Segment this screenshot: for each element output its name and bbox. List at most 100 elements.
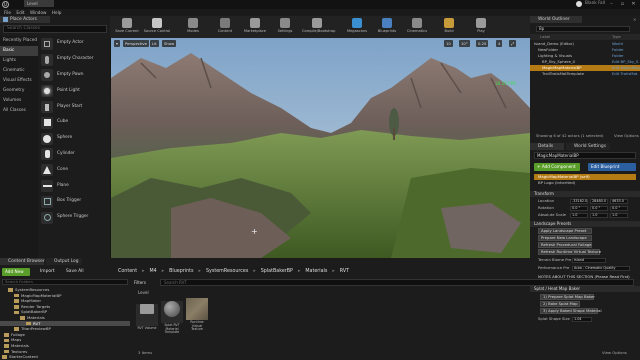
edit-blueprint-button[interactable]: Edit Blueprint: [588, 163, 636, 171]
place-actors-tab[interactable]: Place Actors: [0, 16, 50, 23]
apply-baked-shape-button[interactable]: 3) Apply Baked Shape Material: [540, 308, 602, 314]
breadcrumb-segment[interactable]: RVT: [340, 269, 349, 274]
toolbar-modes-button[interactable]: Modes: [178, 17, 208, 37]
location-field-z[interactable]: 4633.0: [610, 199, 628, 204]
category-recently-placed[interactable]: Recently Placed: [0, 36, 38, 46]
performance-select[interactable]: Auto - Cinematic Quality: [572, 266, 630, 271]
bake-splat-button[interactable]: 2) Bake Splat Map: [540, 301, 580, 307]
actor-item[interactable]: Player Start: [39, 99, 110, 115]
actor-item[interactable]: Cube: [39, 115, 110, 131]
breadcrumb-segment[interactable]: Content: [118, 269, 137, 274]
actor-item[interactable]: Sphere: [39, 131, 110, 147]
details-name-field[interactable]: MagicMapMaterialBP: [534, 152, 636, 159]
output-log-tab[interactable]: Output Log: [46, 258, 82, 265]
outliner-row-type[interactable]: Edit BP_Sky_S: [612, 59, 638, 65]
refresh-rvt-button[interactable]: Refresh Runtime Virtual Texture: [538, 249, 601, 255]
toolbar-save-button[interactable]: Save Current: [112, 17, 142, 37]
outliner-row-type[interactable]: Folder: [612, 53, 624, 59]
apply-landscape-preset-button[interactable]: Apply Landscape Preset: [538, 228, 592, 234]
category-cinematic[interactable]: Cinematic: [0, 66, 38, 76]
toolbar-play-button[interactable]: Play: [466, 17, 496, 37]
world-settings-tab[interactable]: World Settings: [566, 143, 610, 150]
terrain-biome-select[interactable]: Island: [572, 258, 606, 263]
folder-search-input[interactable]: Search Folders: [2, 279, 128, 285]
category-visual-effects[interactable]: Visual Effects: [0, 76, 38, 86]
outliner-search-input[interactable]: Bp: [536, 26, 630, 32]
prepare-new-landscape-button[interactable]: Prepare New Landscape: [538, 235, 592, 241]
scale-field-x[interactable]: 1.0: [570, 213, 588, 218]
prepare-splat-button[interactable]: 1) Prepare Splat Map Baker: [540, 294, 595, 300]
level-doc-tab[interactable]: Level: [24, 0, 54, 7]
menu-edit[interactable]: Edit: [16, 9, 24, 16]
details-tab[interactable]: Details: [530, 143, 564, 150]
outliner-col-label[interactable]: Label: [540, 34, 550, 40]
category-lights[interactable]: Lights: [0, 56, 38, 66]
maximize-button[interactable]: ▫: [617, 0, 628, 9]
asset-tile[interactable]: Runtime Virtual Texture: [186, 298, 208, 332]
outliner-row[interactable]: TrailTrailsMatTemplate Edit TrailsMat: [530, 71, 640, 77]
category-geometry[interactable]: Geometry: [0, 86, 38, 96]
toolbar-build-button[interactable]: Build: [434, 17, 464, 37]
breadcrumb-segment[interactable]: SplatBakerBP: [261, 269, 293, 274]
category-volumes[interactable]: Volumes: [0, 96, 38, 106]
content-browser-tab[interactable]: Content Browser: [0, 258, 45, 265]
outliner-row-type[interactable]: Folder: [612, 47, 624, 53]
import-button[interactable]: Import: [40, 268, 55, 276]
grid-snap-button[interactable]: 10: [444, 40, 453, 47]
minimize-button[interactable]: –: [606, 0, 617, 9]
breadcrumb-segment[interactable]: SystemResources: [206, 269, 248, 274]
rotation-field-x[interactable]: 0.0 °: [570, 206, 588, 211]
actor-item[interactable]: Cone: [39, 162, 110, 178]
actor-item[interactable]: Sphere Trigger: [39, 210, 110, 226]
outliner-row[interactable]: NewFolder Folder: [530, 47, 640, 53]
place-actors-search-input[interactable]: Search Classes: [3, 25, 107, 33]
add-component-button[interactable]: + Add Component: [534, 163, 580, 171]
outliner-row[interactable]: Island_Demo (Editor) World: [530, 41, 640, 47]
world-outliner-tab[interactable]: World Outliner: [530, 16, 582, 23]
menu-file[interactable]: File: [4, 9, 11, 16]
menu-help[interactable]: Help: [52, 9, 62, 16]
toolbar-cinematics-button[interactable]: Cinematics: [402, 17, 432, 37]
asset-tile[interactable]: Splat RVT Material Template: [161, 298, 183, 334]
outliner-view-options[interactable]: View Options: [614, 133, 639, 138]
close-button[interactable]: ✕: [628, 0, 639, 9]
filters-button[interactable]: Filters: [134, 279, 146, 286]
toolbar-settings-button[interactable]: Settings: [270, 17, 300, 37]
breadcrumb-segment[interactable]: M4: [150, 269, 157, 274]
scale-field-z[interactable]: 1.0: [610, 213, 628, 218]
actor-item[interactable]: Cylinder: [39, 147, 110, 163]
outliner-row-type[interactable]: World: [612, 41, 623, 47]
toolbar-content-button[interactable]: Content: [210, 17, 240, 37]
location-field-y[interactable]: 28480.0: [590, 199, 608, 204]
refresh-procedural-foliage-button[interactable]: Refresh Procedural Foliage: [538, 242, 592, 248]
folder-tree-item[interactable]: StarterContent: [0, 354, 130, 360]
toolbar-marketplace-button[interactable]: Marketplace: [240, 17, 270, 37]
outliner-row-type[interactable]: Edit TrailsMat: [612, 71, 637, 77]
actor-item[interactable]: Box Trigger: [39, 194, 110, 210]
outliner-row[interactable]: MagicMapMaterialBP Edit MagicMap: [530, 65, 640, 71]
toolbar-megascans-button[interactable]: Megascans: [342, 17, 372, 37]
toolbar-compile-button[interactable]: Compile/Bootstrap: [302, 17, 335, 37]
scale-field-y[interactable]: 1.0: [590, 213, 608, 218]
toolbar-source-control-button[interactable]: Source Control: [142, 17, 172, 37]
category-basic[interactable]: Basic: [0, 46, 38, 56]
actor-item[interactable]: Plane: [39, 178, 110, 194]
splat-baker-header[interactable]: Splat / Heat Map Baker: [530, 286, 640, 292]
outliner-row[interactable]: Lighting & Visuals Folder: [530, 53, 640, 59]
splat-size-field[interactable]: 1.04: [572, 317, 592, 322]
location-field-x[interactable]: -33162.0: [570, 199, 588, 204]
asset-tile[interactable]: RVT Volume: [136, 298, 158, 332]
actor-item[interactable]: Point Light: [39, 83, 110, 99]
perspective-button[interactable]: Perspective: [123, 40, 149, 47]
component-sub-row[interactable]: BP Logo (Inherited): [538, 180, 575, 185]
level-viewport[interactable]: ▾ Perspective Lit Show 10 10° 0.25 4 ⤢ 1…: [111, 38, 530, 258]
add-new-button[interactable]: Add New: [2, 268, 30, 276]
breadcrumb-segment[interactable]: Materials: [305, 269, 327, 274]
outliner-row[interactable]: BP_Sky_Sphere_0 Edit BP_Sky_S: [530, 59, 640, 65]
category-all-classes[interactable]: All Classes: [0, 106, 38, 116]
rotation-field-z[interactable]: 0.0 °: [610, 206, 628, 211]
maximize-viewport-icon[interactable]: ⤢: [509, 40, 517, 47]
rotation-snap-button[interactable]: 10°: [459, 40, 470, 47]
outliner-row-type[interactable]: Edit MagicMap: [612, 65, 640, 71]
actor-item[interactable]: Empty Actor: [39, 36, 110, 52]
